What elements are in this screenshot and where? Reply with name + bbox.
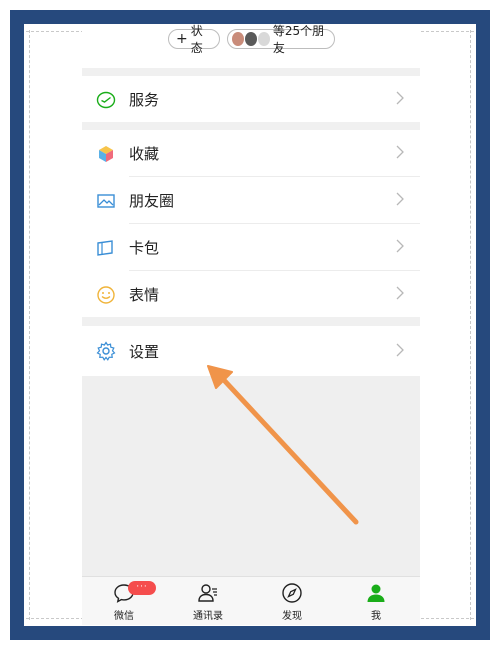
section-gap (82, 317, 420, 326)
menu-item-label: 设置 (129, 343, 160, 361)
status-chip[interactable]: + 状态 (168, 24, 220, 55)
favorites-cube-icon (99, 146, 113, 162)
section-gap (82, 122, 420, 130)
card-wallet-icon (97, 240, 113, 256)
dashed-border-left (29, 30, 30, 620)
menu-item-card-wallet[interactable]: 卡包 (82, 224, 420, 270)
section-gap (82, 68, 420, 76)
tab-contacts[interactable]: 通讯录 (166, 577, 250, 625)
menu-item-label: 表情 (129, 286, 160, 304)
dashed-border-right (470, 30, 471, 620)
tab-discover[interactable]: 发现 (250, 577, 334, 625)
profile-status-row: + 状态 等25个朋友 (82, 24, 420, 68)
tab-label: 我 (371, 611, 381, 622)
menu-item-label: 卡包 (129, 239, 160, 257)
menu-item-label: 服务 (129, 91, 160, 109)
friend-avatar (244, 32, 257, 46)
menu-item-favorites[interactable]: 收藏 (82, 130, 420, 176)
friend-avatar (232, 32, 244, 46)
moments-image-icon (97, 194, 115, 208)
me-person-icon (367, 584, 385, 602)
unread-badge: ··· (128, 581, 156, 595)
chevron-right-icon (396, 192, 404, 206)
chevron-right-icon (396, 91, 404, 105)
phone-screen: + 状态 等25个朋友 服务 收藏 朋友圈 卡包 表情 设置 ··· 微信 通讯… (82, 24, 420, 626)
menu-item-label: 朋友圈 (129, 192, 175, 210)
status-chip-label: 状态 (190, 24, 203, 55)
tab-label: 微信 (114, 611, 134, 622)
chevron-right-icon (396, 343, 404, 357)
contacts-person-icon (198, 584, 217, 602)
compass-icon (282, 583, 302, 603)
menu-item-service[interactable]: 服务 (82, 76, 420, 122)
friends-chip-label: 等25个朋友 (272, 24, 325, 55)
service-icon (96, 91, 116, 109)
menu-item-settings[interactable]: 设置 (82, 326, 420, 376)
tab-me[interactable]: 我 (334, 577, 418, 625)
bottom-tab-bar: ··· 微信 通讯录 发现 我 (82, 576, 420, 625)
menu-item-moments[interactable]: 朋友圈 (82, 177, 420, 223)
friend-avatar (257, 32, 270, 46)
menu-item-emoji[interactable]: 表情 (82, 271, 420, 317)
gear-icon (96, 341, 116, 361)
empty-content-area (82, 376, 420, 576)
emoji-smile-icon (97, 286, 115, 304)
plus-icon: + (176, 31, 188, 47)
chevron-right-icon (396, 145, 404, 159)
menu-item-label: 收藏 (129, 145, 160, 163)
friends-chip[interactable]: 等25个朋友 (227, 24, 335, 55)
chevron-right-icon (396, 239, 404, 253)
chevron-right-icon (396, 286, 404, 300)
tab-chats[interactable]: ··· 微信 (82, 577, 166, 625)
tab-label: 发现 (282, 611, 302, 622)
tab-label: 通讯录 (193, 611, 223, 622)
